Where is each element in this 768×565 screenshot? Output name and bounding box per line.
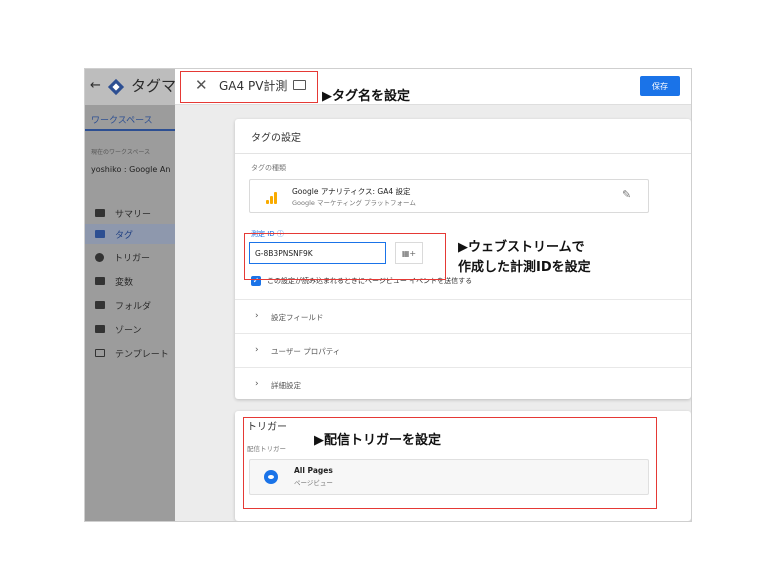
sidebar: ← タグマ ワークスペース 現在のワークスペース yoshiko : Googl… (85, 69, 177, 521)
sidebar-item-variables[interactable]: 変数 (85, 271, 175, 291)
chevron-right-icon: › (255, 311, 259, 321)
sidebar-item-tags[interactable]: タグ (85, 224, 175, 244)
sidebar-item-zones[interactable]: ゾーン (85, 319, 175, 339)
sidebar-header: ← タグマ (85, 69, 177, 105)
annotation-box-trigger (243, 417, 657, 509)
analytics-icon (266, 192, 278, 204)
annotation-tag-name-note: ▶タグ名を設定 (322, 89, 410, 104)
workspace-selector[interactable]: yoshiko : Google An (91, 165, 170, 174)
sidebar-item-label: 変数 (115, 277, 134, 288)
tab-indicator (85, 129, 175, 131)
container-title: タグマ (131, 77, 177, 95)
template-icon (95, 349, 105, 357)
sidebar-item-summary[interactable]: サマリー (85, 203, 175, 223)
advanced-settings-row[interactable]: › 詳細設定 (235, 367, 691, 401)
row-label: ユーザー プロパティ (271, 347, 341, 356)
gtm-logo-icon (107, 78, 125, 96)
row-label: 詳細設定 (271, 381, 301, 390)
zone-icon (95, 325, 105, 333)
sidebar-item-folders[interactable]: フォルダ (85, 295, 175, 315)
trigger-icon (95, 252, 104, 262)
row-label: 設定フィールド (271, 313, 324, 322)
sidebar-item-label: テンプレート (115, 349, 169, 360)
tag-type-name: Google アナリティクス: GA4 設定 (292, 187, 411, 196)
annotation-id-note-line1: ▶ウェブストリームで (458, 240, 585, 255)
tab-workspace[interactable]: ワークスペース (91, 113, 153, 126)
annotation-trigger-note: ▶配信トリガーを設定 (314, 433, 441, 448)
tag-type-subtitle: Google マーケティング プラットフォーム (292, 199, 416, 207)
variables-icon (95, 277, 105, 285)
summary-icon (95, 209, 105, 217)
chevron-right-icon: › (255, 379, 259, 389)
folder-icon (95, 301, 105, 309)
sidebar-item-label: サマリー (115, 209, 152, 220)
user-properties-row[interactable]: › ユーザー プロパティ (235, 333, 691, 367)
sidebar-item-templates[interactable]: テンプレート (85, 343, 175, 363)
annotation-box-tag-name (180, 71, 318, 103)
tag-type-selector[interactable]: Google アナリティクス: GA4 設定 Google マーケティング プラ… (249, 179, 649, 213)
fields-to-set-row[interactable]: › 設定フィールド (235, 299, 691, 333)
chevron-right-icon: › (255, 345, 259, 355)
annotation-box-measurement-id (244, 233, 446, 280)
workspace-label: 現在のワークスペース (91, 149, 151, 156)
sidebar-item-label: ゾーン (115, 325, 142, 336)
pencil-icon[interactable]: ✎ (622, 188, 631, 201)
save-button[interactable]: 保存 (640, 76, 680, 96)
tag-icon (95, 230, 105, 238)
sidebar-item-label: トリガー (114, 253, 151, 264)
sidebar-item-label: タグ (115, 230, 134, 241)
sidebar-item-label: フォルダ (115, 301, 152, 312)
annotation-id-note-line2: 作成した計測IDを設定 (458, 260, 591, 275)
divider (235, 153, 691, 154)
sidebar-item-triggers[interactable]: トリガー (85, 247, 175, 267)
back-arrow-icon[interactable]: ← (90, 78, 101, 93)
tag-type-label: タグの種類 (251, 164, 286, 172)
card-title: タグの設定 (251, 133, 301, 144)
